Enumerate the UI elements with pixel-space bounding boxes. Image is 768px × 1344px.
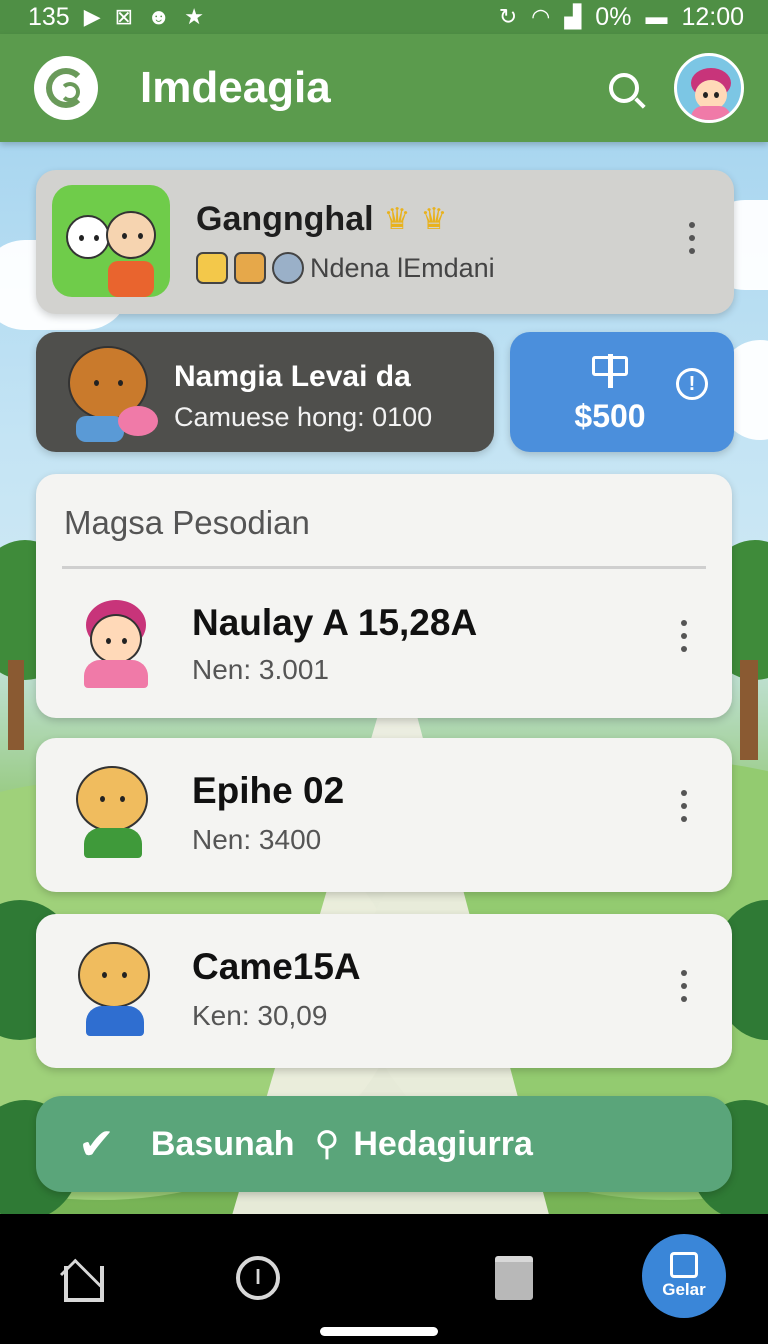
- nav-home[interactable]: [54, 1248, 114, 1308]
- list-item[interactable]: Came15A Ken: 30,09: [36, 914, 732, 1068]
- list-header: Magsa Pesodian: [64, 504, 310, 541]
- document-icon: [495, 1256, 533, 1300]
- signal-icon: ▟: [564, 4, 582, 29]
- wifi-icon: ◠: [531, 4, 551, 29]
- signpost-icon: [592, 354, 628, 388]
- list-item[interactable]: Epihe 02 Nen: 3400: [36, 738, 732, 892]
- search-button[interactable]: [598, 62, 650, 114]
- profile-name-row: Gangnghal ♛ ♛: [196, 200, 447, 239]
- level-card[interactable]: Namgia Levai da Camuese hong: 0100: [36, 332, 494, 452]
- item-name: Came15A: [192, 946, 361, 987]
- home-icon: [64, 1266, 104, 1302]
- profile-subtitle: Ndena lEmdani: [310, 252, 495, 283]
- profile-more-button[interactable]: [680, 218, 704, 258]
- bottom-navigation: l Gelar: [0, 1214, 768, 1344]
- badge-icon: [196, 252, 228, 284]
- item-more-button[interactable]: [672, 786, 696, 826]
- fab-button[interactable]: Gelar: [642, 1234, 726, 1318]
- info-icon[interactable]: !: [676, 368, 708, 400]
- user-avatar[interactable]: [674, 53, 744, 123]
- battery-percent: 0%: [595, 2, 632, 31]
- search-icon: [609, 73, 639, 103]
- item-name: Epihe 02: [192, 770, 345, 811]
- status-number: 135: [28, 2, 70, 31]
- item-subtitle: Nen: 3400: [192, 824, 322, 855]
- nav-documents[interactable]: [484, 1248, 544, 1308]
- action-bar[interactable]: ✔ Basunah ⚲ Hedagiurra: [36, 1096, 732, 1192]
- profile-thumbnail: [52, 185, 170, 297]
- close-box-icon: ⊠: [114, 4, 134, 29]
- battery-icon: ▬: [645, 4, 668, 29]
- action-label-primary: Basunah: [150, 1124, 295, 1163]
- crown-icon: ♛: [383, 203, 411, 236]
- profile-subtitle-row: Ndena lEmdani: [196, 252, 495, 284]
- badge-icon: [234, 252, 266, 284]
- profile-card[interactable]: Gangnghal ♛ ♛ Ndena lEmdani: [36, 170, 734, 314]
- app-title: Imdeagia: [140, 63, 331, 112]
- level-title: Namgia Levai da: [174, 360, 411, 393]
- face-icon: ☻: [147, 4, 171, 29]
- character-icon: [272, 252, 304, 284]
- nav-history[interactable]: l: [228, 1248, 288, 1308]
- level-subtitle: Camuese hong: 0100: [174, 402, 433, 432]
- home-indicator[interactable]: [320, 1327, 438, 1336]
- action-label-secondary: Hedagiurra: [353, 1124, 533, 1163]
- list-card: Magsa Pesodian Naulay A 15,28A Nen: 3.00…: [36, 474, 732, 718]
- star-icon: ★: [184, 4, 204, 29]
- sync-icon: ↻: [498, 4, 518, 29]
- key-icon: ⚲: [314, 1125, 340, 1163]
- fab-label: Gelar: [662, 1280, 706, 1299]
- item-subtitle: Ken: 30,09: [192, 1000, 328, 1031]
- app-bar: Imdeagia: [0, 34, 768, 142]
- play-icon: ▶: [83, 4, 101, 29]
- item-more-button[interactable]: [672, 966, 696, 1006]
- check-icon: ✔: [78, 1119, 115, 1169]
- clock: 12:00: [681, 2, 744, 31]
- bag-icon: [670, 1252, 698, 1278]
- item-subtitle: Nen: 3.001: [192, 654, 329, 685]
- item-more-button[interactable]: [672, 616, 696, 656]
- crown-icon: ♛: [420, 203, 448, 236]
- clock-icon: l: [236, 1256, 280, 1300]
- item-name: Naulay A 15,28A: [192, 602, 478, 643]
- status-bar: 135 ▶ ⊠ ☻ ★ ↻ ◠ ▟ 0% ▬ 12:00: [0, 0, 768, 34]
- profile-name: Gangnghal: [196, 200, 374, 238]
- balance-card[interactable]: $500 !: [510, 332, 734, 452]
- divider: [62, 566, 706, 569]
- app-logo-icon[interactable]: [34, 56, 98, 120]
- balance-amount: $500: [574, 398, 646, 434]
